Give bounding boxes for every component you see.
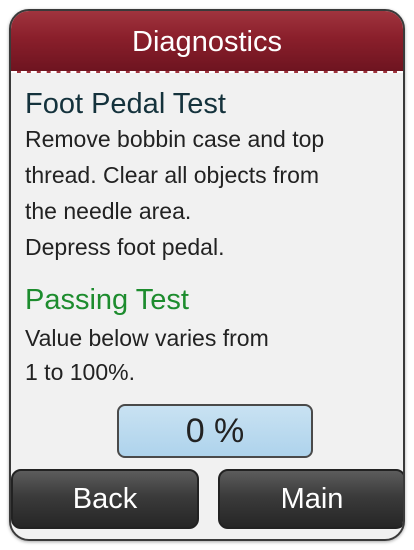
instruction-line: Remove bobbin case and top — [25, 126, 325, 152]
instruction-line: the needle area. — [25, 198, 192, 224]
page-title: Diagnostics — [132, 26, 282, 58]
back-button[interactable]: Back — [11, 469, 199, 529]
value-readout: 0 % — [117, 404, 313, 458]
diagnostics-panel: Diagnostics Foot Pedal Test Remove bobbi… — [9, 9, 405, 541]
main-button[interactable]: Main — [218, 469, 403, 529]
status-description-line: 1 to 100%. — [25, 359, 135, 385]
main-button-label: Main — [280, 482, 344, 515]
status-description-line: Value below varies from — [25, 325, 269, 351]
instruction-line: Depress foot pedal. — [25, 234, 225, 260]
test-title: Foot Pedal Test — [25, 88, 226, 120]
status-title: Passing Test — [25, 284, 189, 316]
status-description: Value below varies from 1 to 100%. — [25, 321, 269, 389]
back-button-label: Back — [72, 482, 138, 515]
test-instructions: Remove bobbin case and top thread. Clear… — [25, 121, 400, 265]
header-bar: Diagnostics — [11, 11, 403, 73]
instruction-line: thread. Clear all objects from — [25, 162, 320, 188]
value-readout-text: 0 % — [185, 411, 245, 450]
